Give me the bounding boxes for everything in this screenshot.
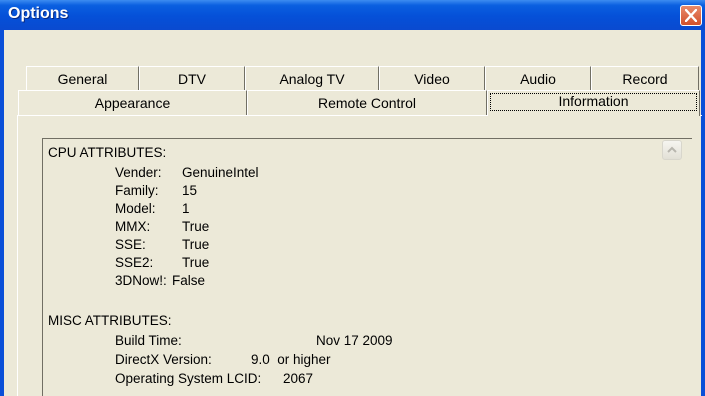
tab-label: Appearance bbox=[94, 95, 171, 111]
misc-label: Operating System LCID: bbox=[115, 371, 262, 386]
cpu-attributes-header: CPU ATTRIBUTES: bbox=[48, 145, 167, 160]
tab-label: Video bbox=[414, 70, 450, 87]
tab-analog-tv[interactable]: Analog TV bbox=[245, 66, 379, 90]
tab-label: Remote Control bbox=[317, 95, 417, 111]
tab-label: Record bbox=[622, 70, 668, 87]
tab-information[interactable]: Information bbox=[487, 90, 700, 116]
tab-dtv[interactable]: DTV bbox=[139, 66, 245, 90]
tab-label: Information bbox=[558, 92, 629, 109]
tab-audio[interactable]: Audio bbox=[485, 66, 591, 90]
misc-value: Nov 17 2009 bbox=[316, 333, 393, 348]
tab-general[interactable]: General bbox=[26, 66, 139, 90]
scroll-up-button[interactable] bbox=[662, 140, 682, 160]
window-title: Options bbox=[8, 5, 69, 22]
tab-label: Analog TV bbox=[279, 70, 345, 87]
tab-record[interactable]: Record bbox=[591, 66, 699, 90]
close-button[interactable] bbox=[680, 5, 702, 26]
cpu-value: True bbox=[182, 219, 210, 234]
cpu-label: Family: bbox=[115, 183, 159, 198]
tab-label: General bbox=[57, 70, 108, 87]
cpu-value: 15 bbox=[182, 183, 198, 198]
cpu-value: False bbox=[172, 273, 206, 288]
cpu-label: SSE: bbox=[115, 237, 146, 252]
title-bar: Options bbox=[0, 0, 705, 30]
misc-value: 9.0 or higher bbox=[251, 352, 331, 367]
information-textbox[interactable]: CPU ATTRIBUTES: Vender: GenuineIntel Fam… bbox=[42, 138, 692, 396]
misc-value: 2067 bbox=[283, 371, 314, 386]
cpu-value: 1 bbox=[182, 201, 190, 216]
close-icon bbox=[685, 9, 697, 22]
tab-label: DTV bbox=[178, 70, 206, 87]
tab-video[interactable]: Video bbox=[379, 66, 485, 90]
misc-label: Build Time: bbox=[115, 333, 182, 348]
cpu-value: GenuineIntel bbox=[182, 165, 259, 180]
cpu-value: True bbox=[182, 255, 210, 270]
scroll-up-arrow-icon bbox=[667, 146, 677, 153]
cpu-label: 3DNow!: bbox=[115, 273, 167, 288]
cpu-label: SSE2: bbox=[115, 255, 154, 270]
misc-attributes-header: MISC ATTRIBUTES: bbox=[48, 313, 172, 328]
cpu-value: True bbox=[182, 237, 210, 252]
cpu-label: MMX: bbox=[115, 219, 151, 234]
tab-label: Audio bbox=[520, 70, 556, 87]
cpu-label: Vender: bbox=[115, 165, 162, 180]
misc-label: DirectX Version: bbox=[115, 352, 212, 367]
cpu-label: Model: bbox=[115, 201, 156, 216]
tab-appearance[interactable]: Appearance bbox=[18, 90, 247, 115]
tab-remote-control[interactable]: Remote Control bbox=[247, 90, 487, 115]
window-frame-left bbox=[0, 30, 4, 396]
